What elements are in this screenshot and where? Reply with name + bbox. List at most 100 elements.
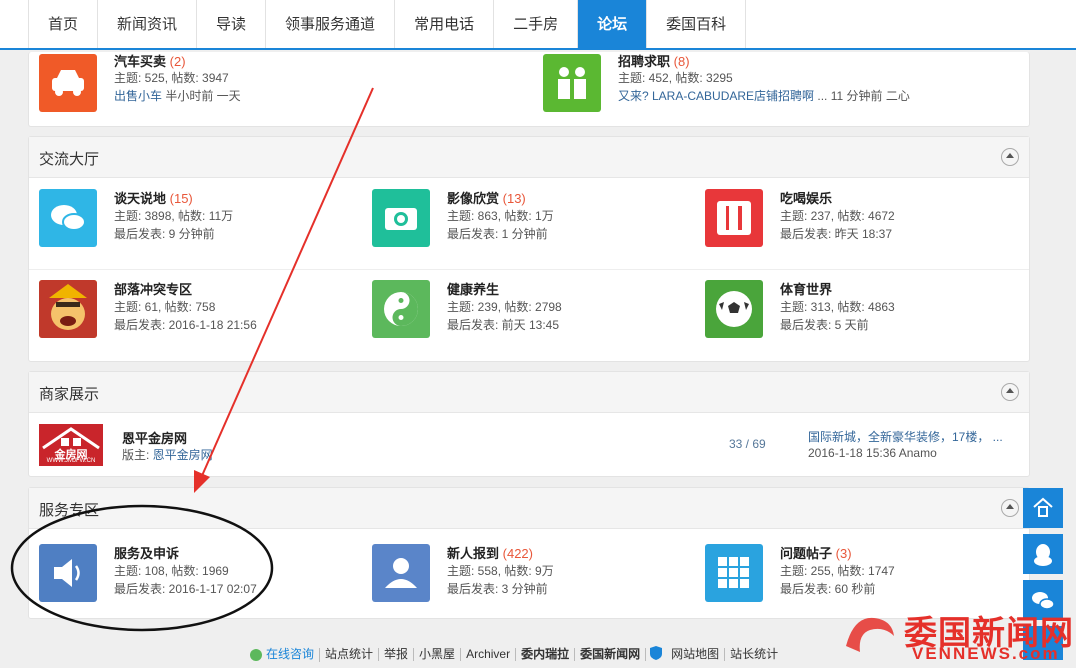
merchant-last-title[interactable]: 国际新城，全新豪华装修，17楼， ... xyxy=(808,428,1003,445)
nav-guide[interactable]: 导读 xyxy=(197,0,267,48)
soccer-ball-icon xyxy=(705,280,763,338)
site-watermark-logo: 委国新闻网 VENNEWS.com xyxy=(840,604,1076,668)
footer-link-sitemap[interactable]: 网站地图 xyxy=(666,648,726,661)
forum-group-hall: 交流大厅 谈天说地 (15) 主题: 3898, 帖数: 11万 最后发表: 9… xyxy=(28,136,1030,362)
forum-last-post: 最后发表: 1 分钟前 xyxy=(447,227,548,241)
moderator-link[interactable]: 恩平金房网 xyxy=(153,448,213,462)
footer-link-report[interactable]: 举报 xyxy=(379,648,415,661)
forum-name[interactable]: 影像欣赏 (13) xyxy=(447,188,526,207)
forum-stats: 主题: 558, 帖数: 9万 xyxy=(447,564,554,578)
shield-icon xyxy=(646,645,666,664)
online-consult-link[interactable]: 在线咨询 xyxy=(244,647,321,662)
forum-jobs[interactable]: 招聘求职 (8) 主题: 452, 帖数: 3295 又来? LARA-CABU… xyxy=(533,52,1003,124)
group-header: 交流大厅 xyxy=(29,137,1029,178)
forum-photo[interactable]: 影像欣赏 (13) 主题: 863, 帖数: 1万 最后发表: 1 分钟前 xyxy=(362,182,692,254)
forum-car-trade[interactable]: 汽车买卖 (2) 主题: 525, 帖数: 3947 出售小车 半小时前 一天 xyxy=(29,52,359,124)
group-title: 交流大厅 xyxy=(39,151,100,168)
group-title: 商家展示 xyxy=(39,386,100,403)
car-icon xyxy=(39,54,97,112)
forum-group-merchant: 商家展示 金房网 WWW.JMJFW.CN 恩平金房网 版主: 恩平金房网 33… xyxy=(28,371,1030,477)
footer-links: 在线咨询 站点统计 举报 小黑屋 Archiver 委内瑞拉 委国新闻网 网站地… xyxy=(244,645,783,664)
footer-link-vennews[interactable]: 委国新闻网 xyxy=(575,648,647,661)
forum-stats: 主题: 3898, 帖数: 11万 xyxy=(114,209,234,223)
forum-group-top: 汽车买卖 (2) 主题: 525, 帖数: 3947 出售小车 半小时前 一天 … xyxy=(28,52,1030,127)
footer-link-webmaster-stats[interactable]: 站长统计 xyxy=(725,648,783,661)
forum-stats: 主题: 452, 帖数: 3295 xyxy=(618,71,733,85)
nav-encyclopedia[interactable]: 委国百科 xyxy=(647,0,747,48)
forum-last-post: 最后发表: 昨天 18:37 xyxy=(780,227,893,241)
forum-name[interactable]: 汽车买卖 (2) xyxy=(114,51,186,70)
forum-name[interactable]: 谈天说地 (15) xyxy=(114,188,193,207)
speech-bubble-icon xyxy=(39,189,97,247)
forum-stats: 主题: 525, 帖数: 3947 xyxy=(114,71,229,85)
last-post-link[interactable]: 又来? LARA-CABUDARE店铺招聘啊 xyxy=(618,89,814,103)
merchant-name[interactable]: 恩平金房网 xyxy=(122,428,187,447)
qq-button[interactable] xyxy=(1023,534,1063,574)
forum-name[interactable]: 体育世界 xyxy=(780,279,832,298)
forum-last-post: 出售小车 半小时前 一天 xyxy=(114,89,241,103)
forum-group-service: 服务专区 服务及申诉 主题: 108, 帖数: 1969 最后发表: 2016-… xyxy=(28,487,1030,619)
last-post-link[interactable]: 出售小车 xyxy=(114,89,162,103)
forum-name[interactable]: 部落冲突专区 xyxy=(114,279,192,298)
collapse-icon[interactable] xyxy=(1001,148,1019,166)
forum-stats: 主题: 61, 帖数: 758 xyxy=(114,300,216,314)
qq-penguin-icon xyxy=(1034,544,1052,566)
forum-service-complaint[interactable]: 服务及申诉 主题: 108, 帖数: 1969 最后发表: 2016-1-17 … xyxy=(29,537,359,609)
group-header: 商家展示 xyxy=(29,372,1029,413)
merchant-ratio: 33 / 69 xyxy=(729,437,766,451)
yin-yang-icon xyxy=(372,280,430,338)
forum-stats: 主题: 108, 帖数: 1969 xyxy=(114,564,229,578)
nav-news[interactable]: 新闻资讯 xyxy=(98,0,198,48)
nav-phones[interactable]: 常用电话 xyxy=(395,0,495,48)
forum-newcomers[interactable]: 新人报到 (422) 主题: 558, 帖数: 9万 最后发表: 3 分钟前 xyxy=(362,537,692,609)
forum-stats: 主题: 255, 帖数: 1747 xyxy=(780,564,895,578)
forum-stats: 主题: 239, 帖数: 2798 xyxy=(447,300,562,314)
forum-clash[interactable]: 部落冲突专区 主题: 61, 帖数: 758 最后发表: 2016-1-18 2… xyxy=(29,273,359,345)
forum-last-post: 最后发表: 3 分钟前 xyxy=(447,582,548,596)
nav-secondhand-house[interactable]: 二手房 xyxy=(494,0,579,48)
forum-last-post: 最后发表: 2016-1-18 21:56 xyxy=(114,318,257,332)
forum-food[interactable]: 吃喝娱乐 主题: 237, 帖数: 4672 最后发表: 昨天 18:37 xyxy=(695,182,1025,254)
clash-game-icon xyxy=(39,280,97,338)
footer-link-blackroom[interactable]: 小黑屋 xyxy=(414,648,462,661)
forum-last-post: 最后发表: 9 分钟前 xyxy=(114,227,215,241)
speaker-icon xyxy=(39,544,97,602)
row-divider xyxy=(29,269,1029,270)
nav-forum[interactable]: 论坛 xyxy=(578,0,648,48)
merchant-logo[interactable]: 金房网 WWW.JMJFW.CN xyxy=(39,424,103,466)
footer-link-venezuela[interactable]: 委内瑞拉 xyxy=(516,648,576,661)
user-icon xyxy=(372,544,430,602)
forum-sports[interactable]: 体育世界 主题: 313, 帖数: 4863 最后发表: 5 天前 xyxy=(695,273,1025,345)
forum-name[interactable]: 健康养生 xyxy=(447,279,499,298)
forum-name[interactable]: 问题帖子 (3) xyxy=(780,543,852,562)
forum-chat[interactable]: 谈天说地 (15) 主题: 3898, 帖数: 11万 最后发表: 9 分钟前 xyxy=(29,182,359,254)
forum-stats: 主题: 863, 帖数: 1万 xyxy=(447,209,554,223)
dragon-logo-icon xyxy=(846,617,894,652)
forum-name[interactable]: 服务及申诉 xyxy=(114,543,179,562)
forum-last-post: 最后发表: 60 秒前 xyxy=(780,582,876,596)
forum-problem-posts[interactable]: 问题帖子 (3) 主题: 255, 帖数: 1747 最后发表: 60 秒前 xyxy=(695,537,1025,609)
merchant-last-time: 2016-1-18 15:36 Anamo xyxy=(808,446,937,460)
footer-link-archiver[interactable]: Archiver xyxy=(461,648,517,661)
nav-home[interactable]: 首页 xyxy=(28,0,99,48)
forum-health[interactable]: 健康养生 主题: 239, 帖数: 2798 最后发表: 前天 13:45 xyxy=(362,273,692,345)
footer-link-stats[interactable]: 站点统计 xyxy=(320,648,380,661)
back-to-top-button[interactable] xyxy=(1023,488,1063,528)
grid-icon xyxy=(705,544,763,602)
forum-name[interactable]: 新人报到 (422) xyxy=(447,543,533,562)
forum-name[interactable]: 招聘求职 (8) xyxy=(618,51,690,70)
forum-last-post: 又来? LARA-CABUDARE店铺招聘啊 ... 11 分钟前 二心 xyxy=(618,89,910,103)
forum-last-post: 最后发表: 5 天前 xyxy=(780,318,869,332)
camera-icon xyxy=(372,189,430,247)
top-navigation: 首页 新闻资讯 导读 领事服务通道 常用电话 二手房 论坛 委国百科 xyxy=(0,0,1076,50)
group-header: 服务专区 xyxy=(29,488,1029,529)
forum-last-post: 最后发表: 前天 13:45 xyxy=(447,318,560,332)
group-title: 服务专区 xyxy=(39,502,100,519)
collapse-icon[interactable] xyxy=(1001,383,1019,401)
fork-knife-icon xyxy=(705,189,763,247)
forum-stats: 主题: 237, 帖数: 4672 xyxy=(780,209,895,223)
merchant-moderator: 版主: 恩平金房网 xyxy=(122,448,213,462)
nav-consular[interactable]: 领事服务通道 xyxy=(266,0,396,48)
collapse-icon[interactable] xyxy=(1001,499,1019,517)
forum-name[interactable]: 吃喝娱乐 xyxy=(780,188,832,207)
